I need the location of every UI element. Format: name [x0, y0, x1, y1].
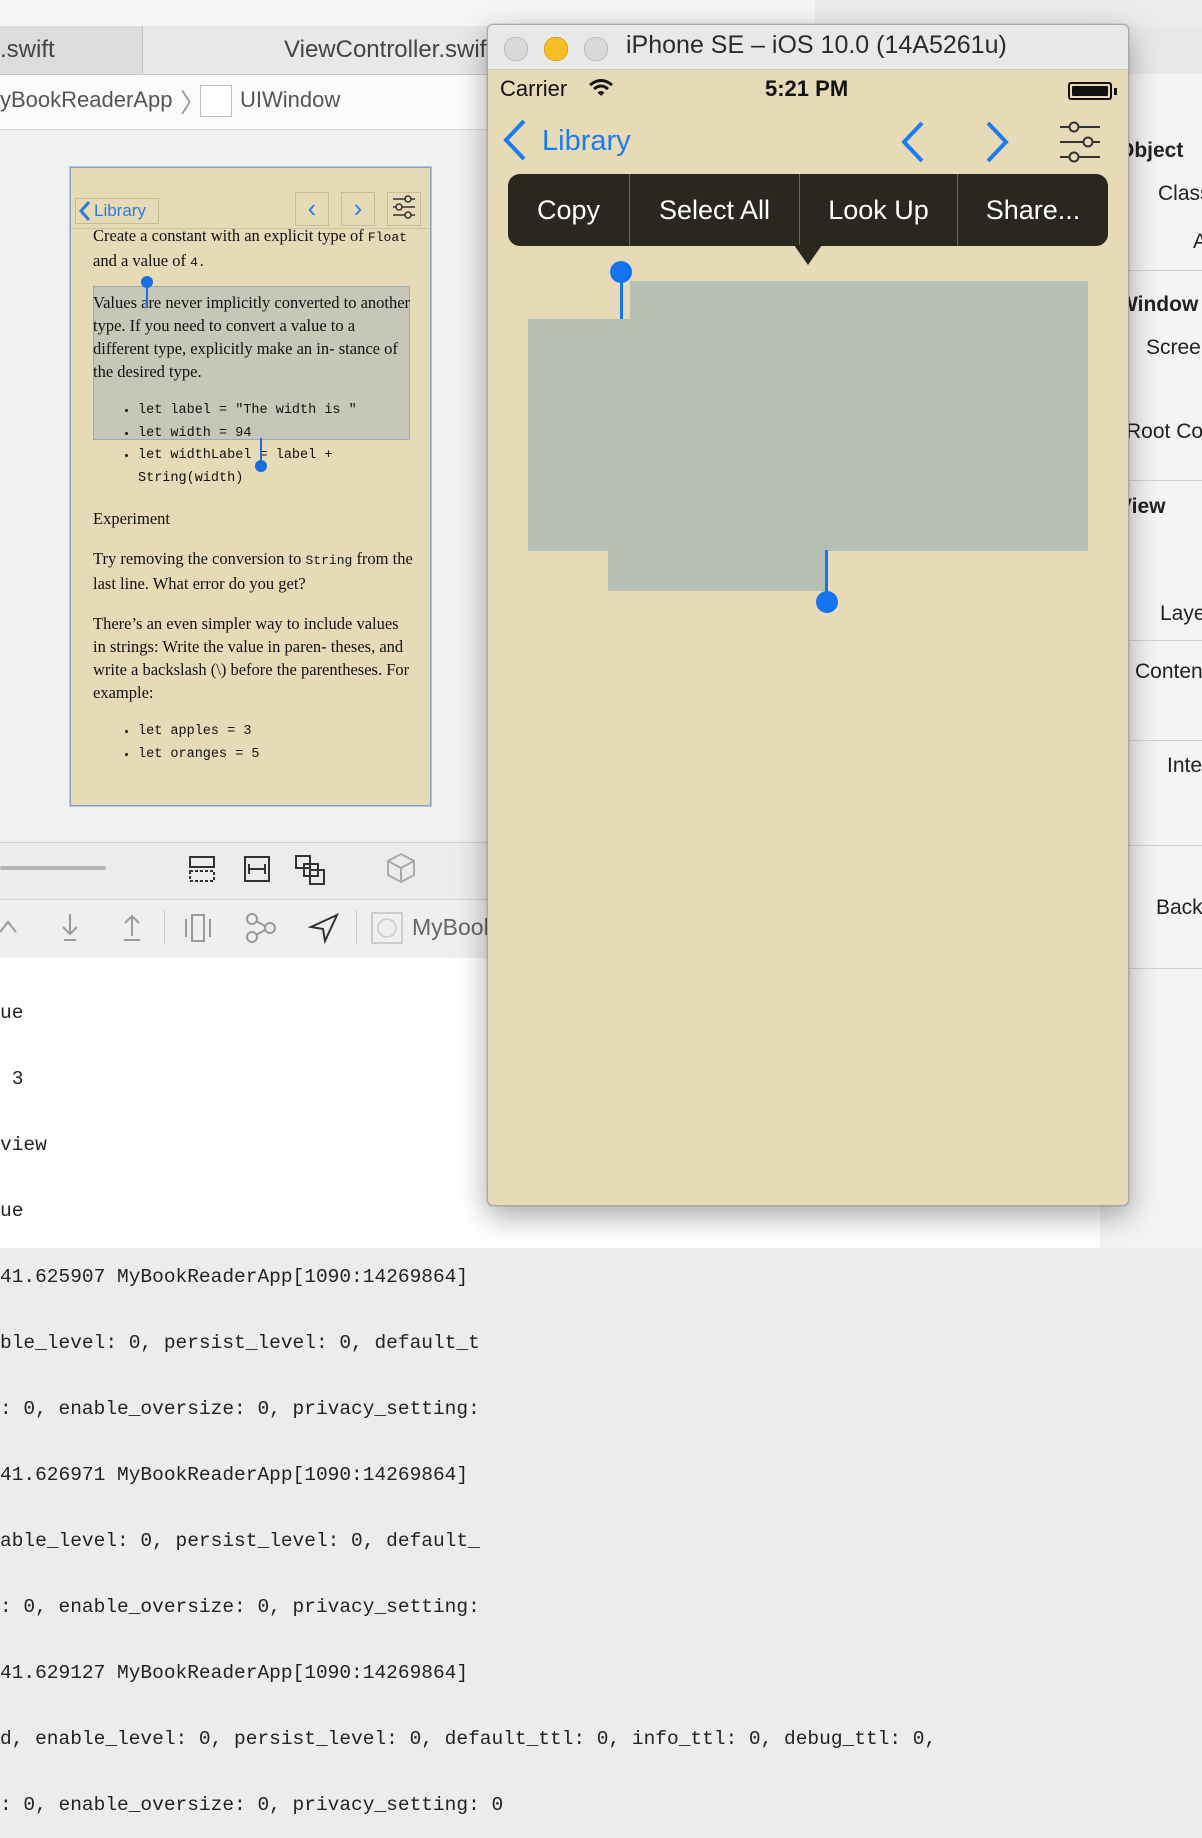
list-item: let oranges = 5: [138, 744, 413, 767]
paragraph: Create a constant with an explicit type …: [93, 226, 407, 270]
console-line: 41.626971 MyBookReaderApp[1090:14269864]: [0, 1464, 469, 1486]
console-line: : 0, enable_oversize: 0, privacy_setting…: [0, 1794, 504, 1816]
divider: [356, 910, 357, 944]
align-icon[interactable]: [243, 855, 271, 888]
clock: 5:21 PM: [765, 76, 849, 101]
embed-stack-icon[interactable]: [188, 855, 216, 888]
inspector-label-layer: Laye: [1160, 602, 1202, 625]
edit-menu: Copy Select All Look Up Share...: [508, 174, 1108, 246]
console-line: able_level: 0, persist_level: 0, default…: [0, 1530, 480, 1552]
navigation-bar: Library: [488, 111, 1128, 171]
console-line: : 0, enable_oversize: 0, privacy_setting…: [0, 1596, 480, 1618]
wifi-icon: [589, 79, 613, 96]
scene-back-button[interactable]: Library: [75, 198, 159, 224]
selection-end-knob[interactable]: [255, 460, 267, 472]
text-selection-highlight[interactable]: [528, 319, 1088, 551]
resolve-issues-icon[interactable]: [386, 852, 416, 889]
battery-icon: [1068, 82, 1112, 100]
window-icon: [200, 85, 232, 117]
share-menu-item[interactable]: Share...: [958, 174, 1108, 246]
selection-end-handle[interactable]: [825, 550, 828, 594]
inspector-label-content: Conten: [1135, 660, 1202, 683]
scene-back-label: Library: [94, 201, 146, 220]
step-over-icon[interactable]: [0, 912, 22, 949]
debug-view-hierarchy-icon[interactable]: [184, 912, 212, 949]
inspector-label: A: [1193, 230, 1202, 253]
carrier-label: Carrier: [500, 76, 568, 101]
list-item: let apples = 3: [138, 721, 413, 744]
inspector-label-root-controller: Root Co: [1126, 420, 1202, 443]
scene-next-button[interactable]: ›: [341, 192, 375, 226]
tab-label: ViewController.swift: [284, 36, 493, 63]
simulator-title: iPhone SE – iOS 10.0 (14A5261u): [626, 31, 1007, 59]
inspector-label-interaction: Inte: [1167, 754, 1202, 777]
close-button[interactable]: [504, 37, 528, 61]
step-out-icon[interactable]: [120, 912, 144, 949]
step-into-icon[interactable]: [58, 912, 82, 949]
tab-swift-file[interactable]: .swift: [0, 26, 143, 74]
pin-icon[interactable]: [294, 854, 326, 891]
tab-viewcontroller[interactable]: ViewController.swift: [143, 26, 493, 74]
console-line: ble_level: 0, persist_level: 0, default_…: [0, 1332, 480, 1354]
app-target-icon: [371, 912, 403, 949]
paragraph: There’s an even simpler way to include v…: [93, 614, 410, 702]
sliders-icon: [393, 195, 415, 219]
simulator-title-bar[interactable]: iPhone SE – iOS 10.0 (14A5261u): [488, 25, 1128, 70]
simulator-window[interactable]: iPhone SE – iOS 10.0 (14A5261u) Carrier …: [487, 24, 1129, 1206]
console-line: d, enable_level: 0, persist_level: 0, de…: [0, 1728, 937, 1750]
list-item: let label = "The width is ": [138, 400, 413, 423]
selection-start-knob[interactable]: [141, 276, 153, 288]
back-button-library[interactable]: Library: [542, 125, 631, 158]
chevron-left-icon: [78, 201, 91, 221]
settings-sliders-icon[interactable]: [1058, 119, 1102, 165]
selection-start-handle[interactable]: [146, 286, 148, 308]
selection-end-knob[interactable]: [816, 591, 838, 613]
selection-start-knob[interactable]: [610, 261, 632, 283]
inspector-label-screen: Scree: [1146, 336, 1201, 359]
tab-label: .swift: [0, 36, 55, 63]
list-item: let width = 94: [138, 423, 413, 446]
storyboard-scene[interactable]: Library ‹ › Create a constant with an ex…: [70, 167, 431, 806]
console-line: 41.625907 MyBookReaderApp[1090:14269864]: [0, 1266, 469, 1288]
jumpbar-window-item[interactable]: UIWindow: [240, 87, 340, 113]
chevron-left-icon[interactable]: [500, 117, 530, 163]
copy-menu-item[interactable]: Copy: [508, 174, 629, 246]
list-item: let widthLabel = label +String(width): [138, 445, 413, 490]
memory-graph-icon[interactable]: [244, 912, 278, 949]
console-line: : 0, enable_oversize: 0, privacy_setting…: [0, 1398, 480, 1420]
next-page-icon[interactable]: [982, 119, 1012, 165]
zoom-slider[interactable]: [0, 866, 106, 870]
xcode-toolbar: [0, 0, 815, 27]
scene-prev-button[interactable]: ‹: [295, 192, 329, 226]
divider: [164, 910, 165, 944]
code-list: let label = "The width is " let width = …: [93, 400, 413, 490]
menu-pointer: [794, 245, 822, 265]
zoom-button[interactable]: [584, 37, 608, 61]
inspector-section-window: Window: [1118, 293, 1199, 316]
text-selection-highlight[interactable]: [608, 549, 828, 591]
inspector-label-class: Class: [1158, 182, 1202, 205]
selection-start-handle[interactable]: [620, 277, 623, 319]
scene-text-view[interactable]: Create a constant with an explicit type …: [93, 224, 413, 783]
debug-target-label: MyBook: [412, 914, 496, 940]
battery-tip: [1114, 88, 1117, 95]
console-line: 41.629127 MyBookReaderApp[1090:14269864]: [0, 1662, 469, 1684]
paragraph: Experiment: [93, 509, 170, 528]
paragraph: Try removing the conversion to String fr…: [93, 549, 413, 593]
chevron-left-icon: ‹: [307, 193, 317, 223]
look-up-menu-item[interactable]: Look Up: [800, 174, 957, 246]
code-list: let apples = 3 let oranges = 5: [93, 721, 413, 766]
minimize-button[interactable]: [544, 37, 568, 61]
text-selection-highlight[interactable]: [630, 281, 1088, 321]
previous-page-icon[interactable]: [898, 119, 928, 165]
paragraph: Values are never implicitly converted to…: [93, 293, 411, 381]
select-all-menu-item[interactable]: Select All: [630, 174, 799, 246]
jumpbar-app-item[interactable]: yBookReaderApp: [0, 87, 172, 113]
scene-settings-button[interactable]: [387, 192, 421, 226]
status-bar: Carrier 5:21 PM: [488, 69, 1128, 109]
location-icon[interactable]: [307, 912, 340, 949]
inspector-label-background: Back: [1156, 896, 1202, 919]
selection-end-handle[interactable]: [260, 438, 262, 462]
chevron-right-icon: ›: [353, 193, 363, 223]
